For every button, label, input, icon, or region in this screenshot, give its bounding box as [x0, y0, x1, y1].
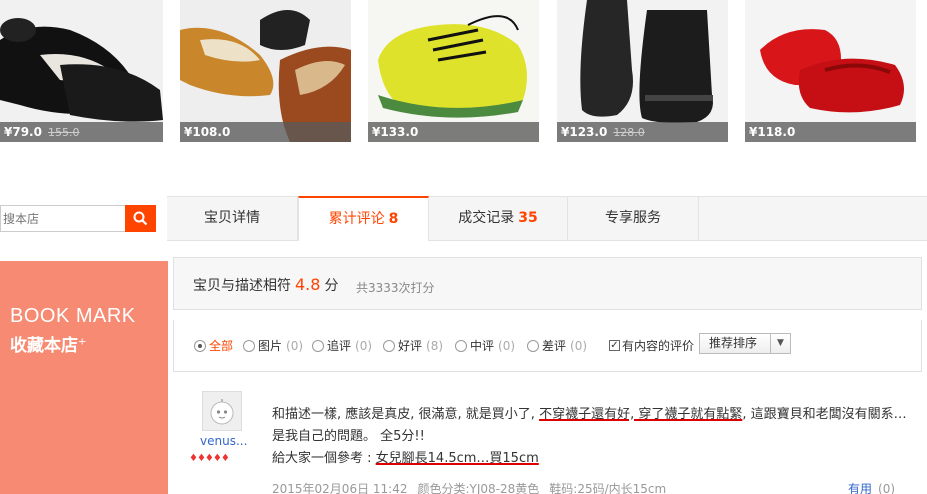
product-image — [0, 0, 163, 142]
product-card[interactable]: ¥79.0 155.0 — [0, 0, 163, 142]
product-price: ¥133.0 — [372, 125, 419, 139]
filter-neutral[interactable]: 中评 (0) — [455, 337, 515, 354]
filter-label: 图片 — [258, 339, 283, 353]
product-image — [745, 0, 916, 142]
review-date: 2015年02月06日 11:42 — [272, 482, 408, 494]
tab-count: 8 — [388, 211, 399, 227]
review-text-underlined: 女兒腳長14.5cm…買15cm — [375, 451, 539, 466]
filter-images[interactable]: 图片 (0) — [243, 337, 303, 354]
related-products: ¥79.0 155.0 ¥108.0 ¥133.0 ¥123.0 128.0 ¥… — [0, 0, 927, 142]
product-price: ¥79.0 — [4, 125, 42, 139]
rating-label-text: 宝贝与描述相符 — [193, 278, 291, 294]
tab-label: 累计评论 — [328, 211, 385, 227]
filter-count: (0) — [570, 338, 588, 353]
product-card[interactable]: ¥118.0 — [745, 0, 916, 142]
tab-services[interactable]: 专享服务 — [568, 197, 699, 241]
review-size: 鞋码:25码/内长15cm — [549, 482, 667, 494]
filter-count: (0) — [286, 338, 304, 353]
filter-label: 追评 — [327, 339, 352, 353]
bookmark-cn-text: 收藏本店 — [10, 336, 78, 356]
filter-label: 中评 — [470, 339, 495, 353]
product-image — [180, 0, 351, 142]
filter-has-content[interactable]: ✓ 有内容的评价 — [609, 337, 694, 354]
chevron-down-icon: ▼ — [770, 334, 790, 353]
rating-unit: 分 — [324, 278, 339, 294]
review-text-underlined: 不穿襪子還有好, 穿了襪子就有點緊 — [539, 407, 743, 422]
product-price: ¥108.0 — [184, 125, 231, 139]
search-icon — [133, 211, 148, 226]
rating-label: 宝贝与描述相符 4.8 分 — [193, 275, 338, 295]
filter-label: 差评 — [542, 339, 567, 353]
sort-selected: 推荐排序 — [709, 336, 758, 350]
review-text: 和描述一樣, 應該是真皮, 很滿意, 就是買小了, — [272, 407, 540, 422]
review-text: 給大家一個參考 : — [272, 451, 376, 466]
price-bar: ¥123.0 128.0 — [557, 122, 728, 142]
detail-tabs: 宝贝详情 累计评论 8 成交记录 35 专享服务 — [167, 196, 927, 241]
product-price: ¥118.0 — [749, 125, 796, 139]
useful-label: 有用 — [848, 482, 873, 494]
review-filter-bar: 全部 图片 (0) 追评 (0) 好评 (8) 中评 (0) 差评 (0) ✓ 有内容的评价… — [173, 320, 922, 372]
search-button[interactable] — [125, 205, 156, 232]
filter-count: (0) — [355, 338, 373, 353]
bookmark-title-cn: 收藏本店+ — [10, 331, 86, 356]
product-card[interactable]: ¥123.0 128.0 — [557, 0, 728, 142]
filter-count: (8) — [426, 338, 444, 353]
checkbox-checked-icon: ✓ — [609, 340, 620, 351]
bookmark-title-en: BOOK MARK — [10, 305, 136, 327]
avatar[interactable] — [202, 391, 242, 431]
tab-reviews[interactable]: 累计评论 8 — [298, 196, 429, 241]
plus-icon: + — [78, 336, 87, 348]
product-card[interactable]: ¥133.0 — [368, 0, 539, 142]
filter-negative[interactable]: 差评 (0) — [527, 337, 587, 354]
reviewer-name[interactable]: venus... — [200, 434, 247, 448]
filter-label: 好评 — [398, 339, 423, 353]
review-color: 颜色分类:YJ08-28黄色 — [417, 482, 540, 494]
radio-icon — [243, 339, 255, 352]
search-input[interactable] — [0, 205, 126, 232]
product-price: ¥123.0 — [561, 125, 608, 139]
radio-icon — [383, 339, 395, 352]
product-old-price: 128.0 — [613, 126, 645, 139]
useful-count: (0) — [878, 482, 896, 494]
tab-transactions[interactable]: 成交记录 35 — [429, 197, 568, 241]
reviewer-level-icon: ♦♦♦♦♦ — [189, 453, 230, 464]
filter-followup[interactable]: 追评 (0) — [312, 337, 372, 354]
tab-label: 成交记录 — [458, 210, 515, 226]
tab-item-details[interactable]: 宝贝详情 — [167, 197, 298, 241]
product-card[interactable]: ¥108.0 — [180, 0, 351, 142]
filter-all[interactable]: 全部 — [194, 337, 233, 354]
product-image — [368, 0, 539, 142]
useful-button[interactable]: 有用 (0) — [848, 480, 895, 494]
price-bar: ¥79.0 155.0 — [0, 122, 163, 142]
rating-total: 共3333次打分 — [356, 281, 435, 295]
filter-count: (0) — [498, 338, 516, 353]
price-bar: ¥108.0 — [180, 122, 351, 142]
default-avatar-icon — [210, 399, 234, 425]
filter-label: 有内容的评价 — [622, 339, 695, 353]
price-bar: ¥133.0 — [368, 122, 539, 142]
rating-summary: 宝贝与描述相符 4.8 分 共3333次打分 — [173, 257, 922, 310]
store-search — [0, 205, 156, 232]
review-content: 和描述一樣, 應該是真皮, 很滿意, 就是買小了, 不穿襪子還有好, 穿了襪子就… — [272, 404, 912, 470]
review-meta: 2015年02月06日 11:42 颜色分类:YJ08-28黄色 鞋码:25码/内长… — [272, 480, 676, 494]
radio-icon — [455, 339, 467, 352]
product-old-price: 155.0 — [47, 126, 80, 139]
filter-label: 全部 — [209, 339, 234, 353]
filter-positive[interactable]: 好评 (8) — [383, 337, 443, 354]
sort-select[interactable]: 推荐排序 ▼ — [699, 333, 791, 354]
tab-label: 宝贝详情 — [204, 210, 260, 226]
tab-count: 35 — [518, 210, 538, 226]
radio-icon — [527, 339, 539, 352]
bookmark-store-button[interactable]: BOOK MARK 收藏本店+ — [0, 261, 168, 494]
tab-label: 专享服务 — [605, 210, 661, 226]
radio-icon — [312, 339, 324, 352]
radio-icon — [194, 339, 206, 352]
product-image — [557, 0, 728, 142]
rating-score: 4.8 — [295, 275, 321, 294]
price-bar: ¥118.0 — [745, 122, 916, 142]
